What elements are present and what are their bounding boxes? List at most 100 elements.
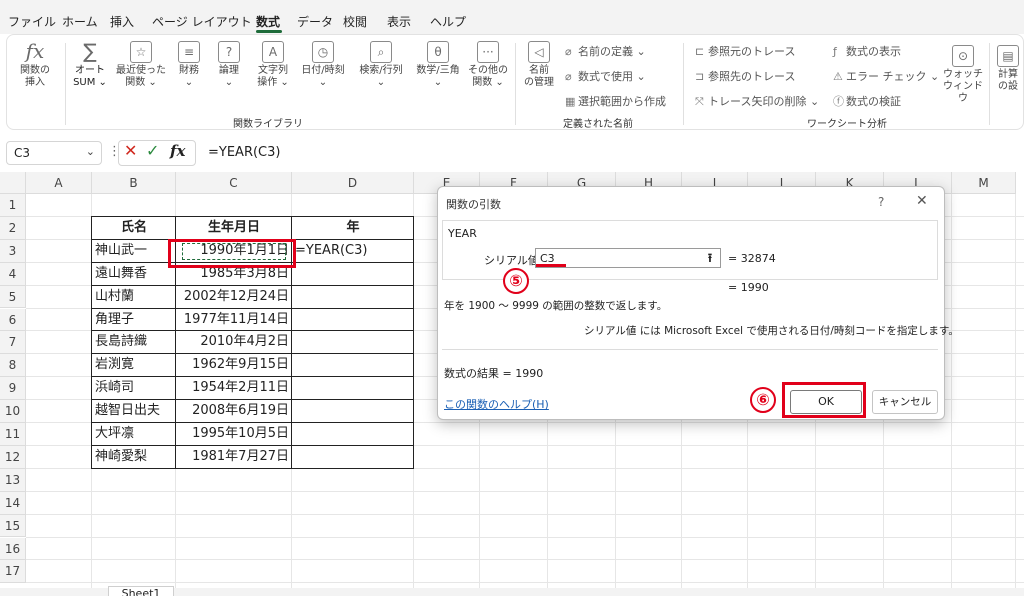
name-manager-button[interactable]: ◁ 名前 の管理	[519, 41, 559, 89]
recent-functions-button[interactable]: ☆ 最近使った 関数 ⌄	[115, 41, 167, 89]
cancel-icon[interactable]: ✕	[124, 141, 137, 160]
name-cell[interactable]: 岩渕寛	[95, 354, 173, 377]
menu-help[interactable]: ヘルプ	[430, 13, 466, 30]
year-cell[interactable]	[295, 377, 411, 400]
name-cell[interactable]: 越智日出夫	[95, 400, 173, 423]
name-cell[interactable]: 長島詩織	[95, 331, 173, 354]
column-header-m[interactable]: M	[952, 172, 1016, 194]
fx-icon[interactable]: fx	[170, 142, 185, 160]
row-header-14[interactable]: 14	[0, 491, 26, 515]
name-cell[interactable]: 浜崎司	[95, 377, 173, 400]
year-cell[interactable]	[295, 331, 411, 354]
error-checking-button[interactable]: ⚠ エラー チェック ⌄	[833, 68, 939, 84]
show-formulas-button[interactable]: ƒ 数式の表示	[833, 43, 901, 59]
menu-insert[interactable]: 挿入	[110, 13, 134, 30]
text-button[interactable]: A 文字列 操作 ⌄	[251, 41, 295, 89]
name-cell[interactable]: 神山武一	[95, 240, 173, 263]
menu-formulas[interactable]: 数式	[256, 13, 280, 30]
remove-arrows-button[interactable]: ⤧ トレース矢印の削除 ⌄	[695, 93, 819, 109]
year-cell[interactable]	[295, 286, 411, 309]
use-in-formula-button[interactable]: ⌀ 数式で使用 ⌄	[565, 68, 646, 84]
calc-options-button[interactable]: ▤ 計算 の設	[993, 45, 1023, 93]
lookup-button[interactable]: ⌕ 検索/行列 ⌄	[353, 41, 409, 89]
define-name-button[interactable]: ⌀ 名前の定義 ⌄	[565, 43, 646, 59]
year-cell[interactable]	[295, 309, 411, 332]
row-header-5[interactable]: 5	[0, 285, 26, 309]
menu-page-layout[interactable]: ページ レイアウト	[152, 13, 252, 30]
chevron-down-icon[interactable]: ⌄	[86, 145, 95, 158]
create-from-selection-button[interactable]: ▦ 選択範囲から作成	[565, 93, 666, 109]
datetime-button[interactable]: ◷ 日付/時刻 ⌄	[297, 41, 349, 89]
row-header-6[interactable]: 6	[0, 308, 26, 332]
formula-input[interactable]: =YEAR(C3)	[200, 141, 1024, 165]
row-header-1[interactable]: 1	[0, 194, 26, 217]
birthdate-cell[interactable]: 1977年11月14日	[179, 309, 289, 332]
function-help-link[interactable]: この関数のヘルプ(H)	[444, 396, 549, 412]
birthdate-cell[interactable]: 1962年9月15日	[179, 354, 289, 377]
birthdate-cell[interactable]: 2010年4月2日	[179, 331, 289, 354]
name-cell[interactable]: 大坪凛	[95, 423, 173, 446]
name-cell[interactable]: 角理子	[95, 309, 173, 332]
trace-precedents-button[interactable]: ⊏ 参照元のトレース	[695, 43, 795, 59]
birthdate-cell[interactable]: 1995年10月5日	[179, 423, 289, 446]
year-cell[interactable]	[295, 354, 411, 377]
more-functions-button[interactable]: ··· その他の 関数 ⌄	[465, 41, 511, 89]
star-icon: ☆	[130, 41, 152, 63]
year-cell[interactable]	[295, 263, 411, 286]
year-cell[interactable]	[295, 446, 411, 469]
row-header-15[interactable]: 15	[0, 514, 26, 538]
column-header-a[interactable]: A	[26, 172, 92, 194]
menu-home[interactable]: ホーム	[62, 13, 98, 30]
row-header-8[interactable]: 8	[0, 354, 26, 378]
name-box[interactable]: C3 ⌄	[6, 141, 102, 165]
name-cell[interactable]: 神崎愛梨	[95, 446, 173, 469]
birthdate-cell[interactable]: 1954年2月11日	[179, 377, 289, 400]
column-header-b[interactable]: B	[92, 172, 176, 194]
table-header-name[interactable]: 氏名	[95, 217, 173, 240]
insert-function-button[interactable]: fx 関数の 挿入	[15, 41, 55, 89]
sheet-tab[interactable]: Sheet1	[108, 586, 174, 596]
row-header-10[interactable]: 10	[0, 400, 26, 423]
row-header-2[interactable]: 2	[0, 216, 26, 240]
column-header-c[interactable]: C	[176, 172, 292, 194]
autosum-button[interactable]: ∑ オート SUM ⌄	[69, 41, 111, 89]
year-cell[interactable]	[295, 400, 411, 423]
collapse-dialog-icon[interactable]: ⭱	[700, 249, 720, 267]
menu-review[interactable]: 校閲	[343, 13, 367, 30]
trace-dependents-button[interactable]: ⊐ 参照先のトレース	[695, 68, 795, 84]
birthdate-cell[interactable]: 1981年7月27日	[179, 446, 289, 469]
row-header-16[interactable]: 16	[0, 537, 26, 561]
close-icon[interactable]: ✕	[916, 193, 928, 209]
name-cell[interactable]: 山村蘭	[95, 286, 173, 309]
birthdate-cell[interactable]: 2002年12月24日	[179, 286, 289, 309]
year-cell[interactable]: =YEAR(C3)	[295, 240, 411, 263]
active-tab-indicator	[256, 30, 282, 33]
gridline	[26, 536, 1024, 538]
menu-file[interactable]: ファイル	[8, 13, 56, 30]
birthdate-cell[interactable]: 2008年6月19日	[179, 400, 289, 423]
table-header-year[interactable]: 年	[295, 217, 411, 240]
watch-window-button[interactable]: ⊙ ウォッチ ウィンドウ	[941, 45, 985, 105]
evaluate-formula-button[interactable]: ⓕ 数式の検証	[833, 93, 901, 109]
row-header-13[interactable]: 13	[0, 468, 26, 492]
row-header-9[interactable]: 9	[0, 377, 26, 401]
financial-button[interactable]: ≡ 財務 ⌄	[171, 41, 207, 89]
row-header-7[interactable]: 7	[0, 331, 26, 355]
name-cell[interactable]: 遠山舞香	[95, 263, 173, 286]
row-header-17[interactable]: 17	[0, 560, 26, 584]
menu-view[interactable]: 表示	[387, 13, 411, 30]
logical-button[interactable]: ? 論理 ⌄	[211, 41, 247, 89]
column-header-d[interactable]: D	[292, 172, 414, 194]
row-header-12[interactable]: 12	[0, 445, 26, 469]
row-header-4[interactable]: 4	[0, 262, 26, 286]
table-header-birthdate[interactable]: 生年月日	[179, 217, 289, 240]
row-header-11[interactable]: 11	[0, 423, 26, 446]
menu-data[interactable]: データ	[297, 13, 333, 30]
help-icon[interactable]: ?	[878, 195, 884, 209]
enter-check-icon[interactable]: ✓	[146, 141, 159, 160]
math-button[interactable]: θ 数学/三角 ⌄	[411, 41, 465, 89]
year-cell[interactable]	[295, 423, 411, 446]
select-all-corner[interactable]	[0, 172, 26, 194]
cancel-button[interactable]: キャンセル	[872, 390, 938, 414]
row-header-3[interactable]: 3	[0, 239, 26, 263]
